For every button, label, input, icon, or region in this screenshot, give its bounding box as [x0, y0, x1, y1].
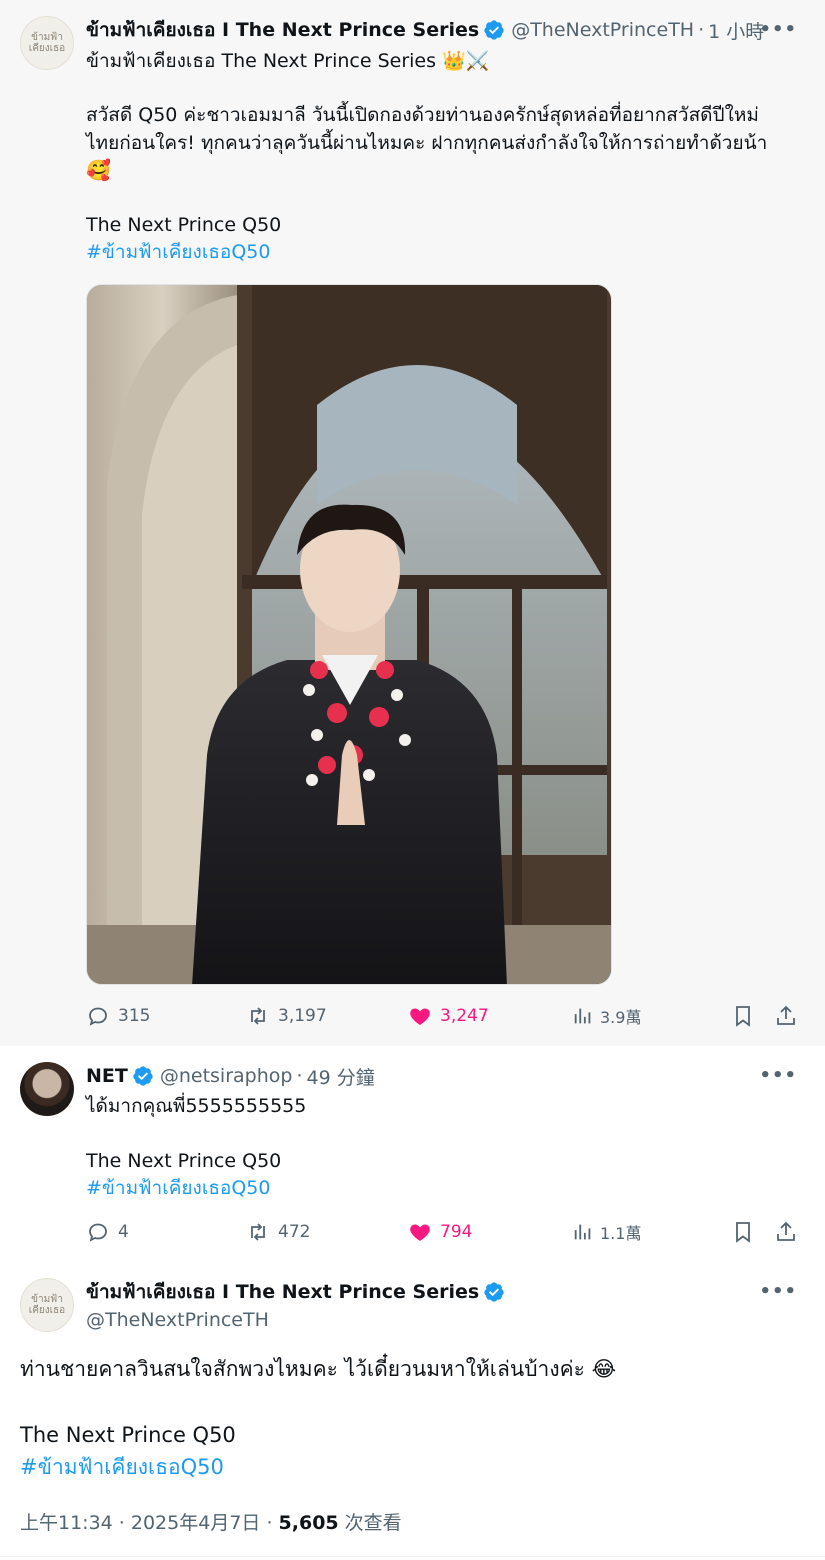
tweet-text-line: สวัสดี Q50 ค่ะชาวเอมมาลี วันนี้เปิดกองด้… [86, 104, 759, 126]
reply-count: 4 [118, 1222, 129, 1242]
tweet-header: ข้ามฟ้าเคียงเธอ I The Next Prince Series [86, 1280, 511, 1304]
tweet-actions: 315 3,197 3,247 3.9萬 [86, 1004, 801, 1032]
more-icon[interactable]: ••• [759, 1065, 797, 1086]
avatar[interactable] [20, 1062, 74, 1116]
tweet-reply[interactable]: NET @netsiraphop · 49 分鐘 ••• ได้มากคุณพี… [0, 1046, 825, 1264]
tweet-header: NET @netsiraphop · 49 分鐘 [86, 1063, 375, 1090]
like-count: 794 [440, 1222, 473, 1242]
views-button[interactable]: 1.1萬 [572, 1220, 641, 1244]
timestamp[interactable]: 1 小時 [708, 17, 764, 44]
bookmark-icon[interactable] [731, 1004, 755, 1028]
more-icon[interactable]: ••• [759, 19, 797, 40]
retweet-icon [251, 1007, 265, 1025]
view-suffix: 次查看 [338, 1512, 402, 1534]
reply-icon [89, 1007, 107, 1026]
tweet-original[interactable]: ข้ามฟ้า เคียงเธอ ข้ามฟ้าเคียงเธอ I The N… [0, 0, 825, 1046]
separator-dot: · [698, 19, 705, 41]
tweet-handle-row: @TheNextPrinceTH [86, 1308, 269, 1332]
share-icon[interactable] [774, 1004, 798, 1028]
share-icon[interactable] [774, 1220, 798, 1244]
reply-button[interactable]: 4 [86, 1220, 129, 1244]
views-icon [574, 1008, 591, 1024]
more-icon[interactable]: ••• [759, 1281, 797, 1302]
retweet-button[interactable]: 472 [246, 1220, 310, 1244]
user-handle[interactable]: @TheNextPrinceTH [511, 19, 694, 41]
avatar[interactable]: ข้ามฟ้า เคียงเธอ [20, 1278, 74, 1332]
tweet-text-line: ข้ามฟ้าเคียงเธอ The Next Prince Series 👑… [86, 50, 490, 72]
tweet-photo[interactable] [86, 284, 612, 985]
avatar-logo-text: ข้ามฟ้า [31, 1294, 63, 1305]
avatar-logo-text: ข้ามฟ้า [31, 32, 63, 43]
verified-badge-icon [484, 20, 504, 40]
like-button[interactable]: 3,247 [408, 1004, 489, 1028]
verified-badge-icon [133, 1066, 153, 1086]
heart-icon [410, 1008, 430, 1025]
hashtag-link[interactable]: #ข้ามฟ้าเคียงเธอQ50 [86, 1175, 270, 1202]
tweet-header: ข้ามฟ้าเคียงเธอ I The Next Prince Series… [86, 15, 764, 45]
hashtag-link[interactable]: #ข้ามฟ้าเคียงเธอQ50 [20, 1452, 224, 1482]
tweet-text-line: ท่านชายคาลวินสนใจสักพวงไหมคะ ไว้เดี๋ยวนม… [20, 1357, 617, 1381]
heart-icon [410, 1224, 430, 1241]
divider [0, 1556, 825, 1557]
tweet-meta: 上午11:34 · 2025年4月7日 · 5,605 次查看 [20, 1508, 402, 1535]
timestamp[interactable]: 49 分鐘 [307, 1063, 375, 1090]
bookmark-icon[interactable] [731, 1220, 755, 1244]
display-name[interactable]: ข้ามฟ้าเคียงเธอ I The Next Prince Series [86, 1277, 479, 1307]
user-handle[interactable]: @netsiraphop [160, 1065, 293, 1087]
tweet-text-line: The Next Prince Q50 [86, 214, 282, 236]
avatar-logo-text: เคียงเธอ [28, 43, 66, 54]
views-button[interactable]: 3.9萬 [572, 1004, 641, 1028]
reply-count: 315 [118, 1006, 151, 1026]
tweet-actions: 4 472 794 1.1萬 [86, 1220, 801, 1248]
hashtag-link[interactable]: #ข้ามฟ้าเคียงเธอQ50 [86, 239, 270, 266]
view-total: 5,605 [278, 1512, 339, 1534]
tweet-text-line: The Next Prince Q50 [86, 1150, 282, 1172]
like-count: 3,247 [440, 1006, 489, 1026]
verified-badge-icon [484, 1282, 504, 1302]
separator-dot: · [296, 1065, 303, 1087]
tweet-text-line: ไทยก่อนใคร! ทุกคนว่าลุควันนี้ผ่านไหมคะ ฝ… [86, 132, 768, 154]
like-button[interactable]: 794 [408, 1220, 472, 1244]
user-handle[interactable]: @TheNextPrinceTH [86, 1309, 269, 1331]
tweet-emoji: 🥰 [86, 158, 111, 182]
display-name[interactable]: ข้ามฟ้าเคียงเธอ I The Next Prince Series [86, 15, 479, 45]
tweet-text-line: ได้มากคุณพี่5555555555 [86, 1095, 307, 1117]
retweet-count: 3,197 [278, 1006, 327, 1026]
photo-illustration [87, 285, 611, 984]
display-name[interactable]: NET [86, 1065, 128, 1087]
reply-icon [89, 1223, 107, 1242]
view-count: 1.1萬 [600, 1224, 642, 1243]
reply-button[interactable]: 315 [86, 1004, 150, 1028]
post-time[interactable]: 上午11:34 · 2025年4月7日 · [20, 1512, 279, 1534]
avatar[interactable]: ข้ามฟ้า เคียงเธอ [20, 16, 74, 70]
retweet-count: 472 [278, 1222, 311, 1242]
view-count: 3.9萬 [600, 1008, 642, 1027]
tweet-text-line: The Next Prince Q50 [20, 1423, 236, 1447]
avatar-logo-text: เคียงเธอ [28, 1305, 66, 1316]
retweet-icon [251, 1223, 265, 1241]
retweet-button[interactable]: 3,197 [246, 1004, 327, 1028]
views-icon [574, 1224, 591, 1240]
